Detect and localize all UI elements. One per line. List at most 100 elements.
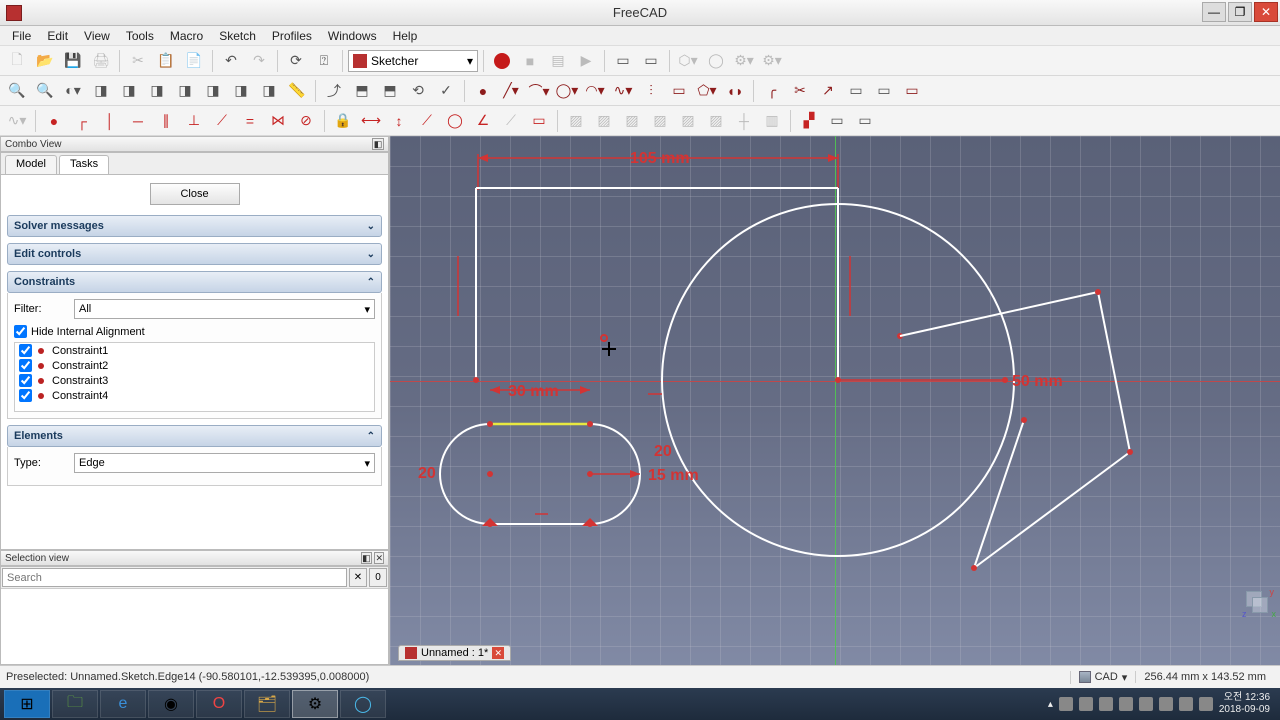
- draw-style-button[interactable]: ◐▾: [60, 78, 86, 104]
- connect-button[interactable]: ▨: [675, 108, 701, 134]
- hide-internal-checkbox[interactable]: [14, 325, 27, 338]
- close-button[interactable]: Close: [150, 183, 240, 205]
- constrain-angle-button[interactable]: ∠: [470, 108, 496, 134]
- constrain-disty-button[interactable]: ↕: [386, 108, 412, 134]
- constrain-block-button[interactable]: ⊘: [293, 108, 319, 134]
- zoom-fit-button[interactable]: 🔍: [4, 78, 30, 104]
- taskbar-clock[interactable]: 오전 12:36 2018-09-09: [1219, 692, 1270, 716]
- sketch-line-button[interactable]: ╱▾: [498, 78, 524, 104]
- sketch-polygon-button[interactable]: ⬠▾: [694, 78, 720, 104]
- profile-gear2-button[interactable]: ⚙▾: [759, 48, 785, 74]
- new-doc-button[interactable]: 🗋: [4, 48, 30, 74]
- select-constraints-button[interactable]: ▨: [703, 108, 729, 134]
- menu-macro[interactable]: Macro: [162, 27, 211, 45]
- taskbar-ie[interactable]: e: [100, 690, 146, 718]
- constrain-dist-button[interactable]: ⟋: [414, 108, 440, 134]
- tab-tasks[interactable]: Tasks: [59, 155, 109, 174]
- selection-close-button[interactable]: ✕: [374, 552, 384, 564]
- search-input[interactable]: [2, 568, 347, 587]
- menu-help[interactable]: Help: [385, 27, 426, 45]
- constrain-lock-button[interactable]: 🔒: [330, 108, 356, 134]
- menu-view[interactable]: View: [76, 27, 118, 45]
- sketch-extend-button[interactable]: ↗: [815, 78, 841, 104]
- taskbar-files[interactable]: 🗂: [244, 690, 290, 718]
- menu-edit[interactable]: Edit: [39, 27, 76, 45]
- sketch-slot-button[interactable]: ◖◗: [722, 78, 748, 104]
- sketch-external-button[interactable]: ▭: [843, 78, 869, 104]
- paste-button[interactable]: 📄: [181, 48, 207, 74]
- edit-sketch-button[interactable]: ▭: [638, 48, 664, 74]
- select-dof-button[interactable]: ▨: [619, 108, 645, 134]
- view-rear-button[interactable]: ◨: [200, 78, 226, 104]
- macro-stop-button[interactable]: ■: [517, 48, 543, 74]
- sketch-arc-button[interactable]: ⌒▾: [526, 78, 552, 104]
- search-clear-button[interactable]: ✕: [349, 568, 367, 587]
- select-vaxis-button[interactable]: ▥: [759, 108, 785, 134]
- constrain-coincident-button[interactable]: ●: [41, 108, 67, 134]
- elements-header[interactable]: Elements ⌃: [7, 425, 382, 447]
- tray-volume-icon[interactable]: [1199, 697, 1213, 711]
- taskbar-freecad[interactable]: ⚙: [292, 690, 338, 718]
- edit-controls-header[interactable]: Edit controls ⌄: [7, 243, 382, 265]
- sketch-clone-button[interactable]: ▭: [824, 108, 850, 134]
- status-nav-mode[interactable]: CAD ▾: [1070, 671, 1136, 684]
- tray-icon[interactable]: [1159, 697, 1173, 711]
- constrain-horizontal-button[interactable]: ─: [125, 108, 151, 134]
- taskbar-chrome[interactable]: ◉: [148, 690, 194, 718]
- constrain-tangent-button[interactable]: ⟋: [209, 108, 235, 134]
- tray-icon[interactable]: [1119, 697, 1133, 711]
- sketch-conic-button[interactable]: ◠▾: [582, 78, 608, 104]
- constraint-checkbox[interactable]: [19, 344, 32, 357]
- undo-button[interactable]: ↶: [218, 48, 244, 74]
- macro-list-button[interactable]: ▤: [545, 48, 571, 74]
- select-redundant-button[interactable]: ▨: [591, 108, 617, 134]
- type-select[interactable]: Edge ▾: [74, 453, 375, 473]
- menu-file[interactable]: File: [4, 27, 39, 45]
- taskbar-opera[interactable]: O: [196, 690, 242, 718]
- constraint-checkbox[interactable]: [19, 389, 32, 402]
- tray-icon[interactable]: [1059, 697, 1073, 711]
- select-origin-button[interactable]: ┼: [731, 108, 757, 134]
- zoom-selection-button[interactable]: 🔍: [32, 78, 58, 104]
- dim-slot-radius-label[interactable]: 15 mm: [648, 467, 699, 484]
- sketch-fillet-button[interactable]: ╭: [759, 78, 785, 104]
- open-doc-button[interactable]: 📂: [32, 48, 58, 74]
- constrain-internal-button[interactable]: ▭: [526, 108, 552, 134]
- workbench-selector[interactable]: Sketcher ▾: [348, 50, 478, 72]
- constraint-label[interactable]: Constraint3: [52, 375, 108, 387]
- view-left-button[interactable]: ◨: [256, 78, 282, 104]
- tray-icon[interactable]: [1099, 697, 1113, 711]
- view-bottom-button[interactable]: ◨: [228, 78, 254, 104]
- menu-sketch[interactable]: Sketch: [211, 27, 264, 45]
- tab-model[interactable]: Model: [5, 155, 57, 174]
- view-right-button[interactable]: ◨: [172, 78, 198, 104]
- constraint-label[interactable]: Constraint4: [52, 390, 108, 402]
- leave-sketch-button[interactable]: ⤴: [321, 78, 347, 104]
- sketch-point-button[interactable]: ●: [470, 78, 496, 104]
- minimize-button[interactable]: —: [1202, 2, 1226, 22]
- sketch-bspline-button[interactable]: ∿▾: [610, 78, 636, 104]
- constrain-parallel-button[interactable]: ∥: [153, 108, 179, 134]
- tray-icon[interactable]: [1179, 697, 1193, 711]
- dim-top-label[interactable]: 105 mm: [630, 150, 690, 167]
- selection-list[interactable]: [1, 589, 388, 664]
- dim-right-label[interactable]: 50 mm: [1012, 373, 1063, 390]
- validate-sketch-button[interactable]: ✓: [433, 78, 459, 104]
- tray-chevron-icon[interactable]: ▴: [1048, 699, 1053, 710]
- selection-dock-button[interactable]: ◧: [361, 552, 372, 564]
- reorient-sketch-button[interactable]: ⟲: [405, 78, 431, 104]
- print-button[interactable]: 🖨: [88, 48, 114, 74]
- filter-select[interactable]: All ▾: [74, 299, 375, 319]
- solver-messages-header[interactable]: Solver messages ⌄: [7, 215, 382, 237]
- profile-hex-button[interactable]: ⬡▾: [675, 48, 701, 74]
- close-shape-button[interactable]: ▨: [647, 108, 673, 134]
- constraint-checkbox[interactable]: [19, 374, 32, 387]
- sketch-viewport[interactable]: 105 mm 30 mm: [390, 136, 1280, 665]
- view-sketch-button[interactable]: ⬒: [349, 78, 375, 104]
- dim-left-label[interactable]: 30 mm: [508, 383, 559, 400]
- constraints-header[interactable]: Constraints ⌃: [7, 271, 382, 293]
- maximize-button[interactable]: ❐: [1228, 2, 1252, 22]
- macro-play-button[interactable]: ▶: [573, 48, 599, 74]
- constrain-distx-button[interactable]: ⟷: [358, 108, 384, 134]
- combo-dock-button[interactable]: ◧: [372, 138, 384, 150]
